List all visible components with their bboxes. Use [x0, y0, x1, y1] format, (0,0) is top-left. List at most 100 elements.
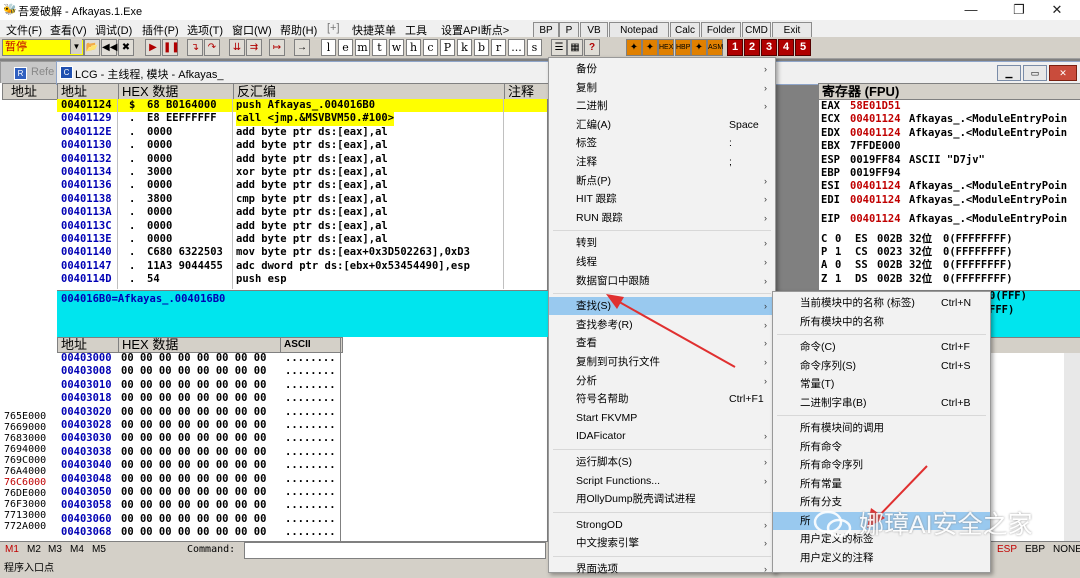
step-into-icon[interactable]: ↴ — [187, 39, 203, 56]
command-input[interactable] — [244, 542, 546, 559]
menu-item[interactable]: 断点(P) › — [549, 172, 775, 190]
open-folder-icon[interactable]: 📂 — [84, 39, 100, 56]
references-window[interactable]: R Refe — [0, 61, 62, 85]
menu-shortcut[interactable]: 快捷菜单 — [352, 22, 396, 38]
close-button[interactable]: ✕ — [1034, 0, 1080, 20]
plugin-hex-icon[interactable]: HEX — [658, 39, 674, 56]
stack-scrollbar[interactable] — [1064, 353, 1080, 541]
disasm-row[interactable]: 0040113E. 0000 add byte ptr ds:[eax],al — [57, 233, 547, 246]
menu-file[interactable]: 文件(F) — [6, 22, 42, 38]
menu-item[interactable]: 二进制字串(B) Ctrl+B — [773, 394, 990, 412]
toolbar-log-button[interactable]: l — [321, 39, 336, 56]
pause-icon[interactable]: ❚❚ — [162, 39, 180, 56]
memory-tab-m5[interactable]: M5 — [92, 544, 106, 555]
menu-item[interactable]: Start FKVMP — [549, 409, 775, 427]
disasm-row[interactable]: 0040113A. 0000 add byte ptr ds:[eax],al — [57, 206, 547, 219]
status-dropdown-icon[interactable]: ▼ — [70, 39, 82, 54]
minimize-button[interactable]: — — [948, 0, 994, 20]
disasm-row[interactable]: 00401130. 0000 add byte ptr ds:[eax],al — [57, 139, 547, 152]
disasm-row[interactable]: 00401140. C680 6322503 mov byte ptr ds:[ea… — [57, 246, 547, 259]
toolbar-callstack-button[interactable]: k — [457, 39, 472, 56]
menu-view[interactable]: 查看(V) — [50, 22, 87, 38]
toolbar-modules-button[interactable]: e — [338, 39, 353, 56]
help-icon[interactable]: ? — [584, 39, 600, 56]
disasm-row[interactable]: 00401147. 11A3 9044455 adc dword ptr ds:[e… — [57, 260, 547, 273]
plugin-3-icon[interactable]: ✦ — [691, 39, 707, 56]
menu-tools[interactable]: 工具 — [405, 22, 427, 38]
dump-hex-header[interactable]: HEX 数据 — [118, 337, 281, 353]
memory-tab-m2[interactable]: M2 — [27, 544, 41, 555]
disasm-comment-header[interactable]: 注释 — [504, 83, 551, 100]
toolbar-windows-button[interactable]: w — [389, 39, 404, 56]
trace-over-icon[interactable]: ⇉ — [246, 39, 262, 56]
toolbar-memory-button[interactable]: m — [355, 39, 370, 56]
disasm-asm-header[interactable]: 反汇编 — [233, 83, 506, 100]
references-addr-header[interactable]: 地址 — [2, 83, 62, 100]
grid-icon[interactable]: ▦ — [567, 39, 583, 56]
menu-item[interactable]: 所有命令 — [773, 438, 990, 456]
memory-tab-m3[interactable]: M3 — [48, 544, 62, 555]
close-process-icon[interactable]: ✖ — [118, 39, 134, 56]
disasm-row[interactable]: 00401124 $68 B0164000 push Afkayas_.004016… — [57, 99, 547, 113]
toolbar-patches-button[interactable]: P — [440, 39, 455, 56]
stack-tab-esp[interactable]: ESP — [997, 544, 1017, 555]
menu-item[interactable]: 所有模块间的调用 — [773, 419, 990, 437]
menu-item[interactable]: 运行脚本(S) › — [549, 453, 775, 471]
menu-item[interactable]: 常量(T) — [773, 375, 990, 393]
bookmark-5-button[interactable]: 5 — [795, 39, 811, 56]
menu-item[interactable]: RUN 跟踪 › — [549, 209, 775, 227]
goto-icon[interactable]: → — [294, 39, 310, 56]
menu-item[interactable]: 命令(C) Ctrl+F — [773, 338, 990, 356]
toolbar-references-button[interactable]: r — [491, 39, 506, 56]
registers-title[interactable]: 寄存器 (FPU) — [818, 83, 1080, 100]
run-icon[interactable]: ▶ — [145, 39, 161, 56]
menu-item[interactable]: 所有模块中的名称 — [773, 313, 990, 331]
menu-item[interactable]: 界面选项 › — [549, 560, 775, 578]
menu-window[interactable]: 窗口(W) — [232, 22, 272, 38]
stack-tab-ebp[interactable]: EBP — [1025, 544, 1045, 555]
menu-item[interactable]: HIT 跟踪 › — [549, 190, 775, 208]
execute-till-return-icon[interactable]: ↦ — [269, 39, 285, 56]
bookmark-3-button[interactable]: 3 — [761, 39, 777, 56]
disasm-row[interactable]: 00401138. 3800 cmp byte ptr ds:[eax],al — [57, 193, 547, 206]
list-icon[interactable]: ☰ — [551, 39, 567, 56]
stack-tab-none[interactable]: NONE — [1053, 544, 1080, 555]
plugin-2-icon[interactable]: ✦ — [642, 39, 658, 56]
disasm-hex-header[interactable]: HEX 数据 — [118, 83, 235, 100]
menu-item[interactable]: 二进制 › — [549, 97, 775, 115]
disasm-row[interactable]: 00401132. 0000 add byte ptr ds:[eax],al — [57, 153, 547, 166]
menu-item[interactable]: StrongOD › — [549, 516, 775, 534]
menu-item[interactable]: Script Functions... › — [549, 472, 775, 490]
plugin-asm-icon[interactable]: ASM — [707, 39, 723, 56]
plugin-hbp-icon[interactable]: HBP — [675, 39, 691, 56]
disasm-row[interactable]: 0040113C. 0000 add byte ptr ds:[eax],al — [57, 220, 547, 233]
step-over-icon[interactable]: ↷ — [204, 39, 220, 56]
menu-item[interactable]: 复制 › — [549, 79, 775, 97]
memory-tab-m1[interactable]: M1 — [5, 544, 19, 555]
disasm-addr-header[interactable]: 地址 — [57, 83, 120, 100]
disasm-row[interactable]: 0040112E. 0000 add byte ptr ds:[eax],al — [57, 126, 547, 139]
bookmark-2-button[interactable]: 2 — [744, 39, 760, 56]
menu-item[interactable]: 中文搜索引擎 › — [549, 534, 775, 552]
cpu-minimize-icon[interactable]: ▁ — [997, 65, 1021, 81]
toolbar-cpu-button[interactable]: c — [423, 39, 438, 56]
menu-set-api-bp[interactable]: 设置API断点> — [441, 22, 509, 38]
toolbar-threads-button[interactable]: t — [372, 39, 387, 56]
toolbar-breakpoints-button[interactable]: b — [474, 39, 489, 56]
toolbar-run-trace-button[interactable]: ... — [508, 39, 525, 56]
cpu-close-icon[interactable]: ✕ — [1049, 65, 1077, 81]
menu-item[interactable]: 符号名帮助 Ctrl+F1 — [549, 390, 775, 408]
menu-item[interactable]: 备份 › — [549, 60, 775, 78]
menu-item[interactable]: 标签: — [549, 134, 775, 152]
toolbar-handles-button[interactable]: h — [406, 39, 421, 56]
menu-item[interactable]: 用OllyDump脱壳调试进程 — [549, 490, 775, 508]
bookmark-1-button[interactable]: 1 — [727, 39, 743, 56]
dump-addr-header[interactable]: 地址 — [57, 337, 120, 353]
trace-into-icon[interactable]: ⇊ — [229, 39, 245, 56]
rewind-icon[interactable]: ◀◀ — [101, 39, 117, 56]
menu-plus[interactable]: [+] — [327, 22, 340, 34]
menu-options[interactable]: 选项(T) — [187, 22, 223, 38]
bookmark-4-button[interactable]: 4 — [778, 39, 794, 56]
memory-tab-m4[interactable]: M4 — [70, 544, 84, 555]
disasm-row[interactable]: 00401136. 0000 add byte ptr ds:[eax],al — [57, 179, 547, 192]
